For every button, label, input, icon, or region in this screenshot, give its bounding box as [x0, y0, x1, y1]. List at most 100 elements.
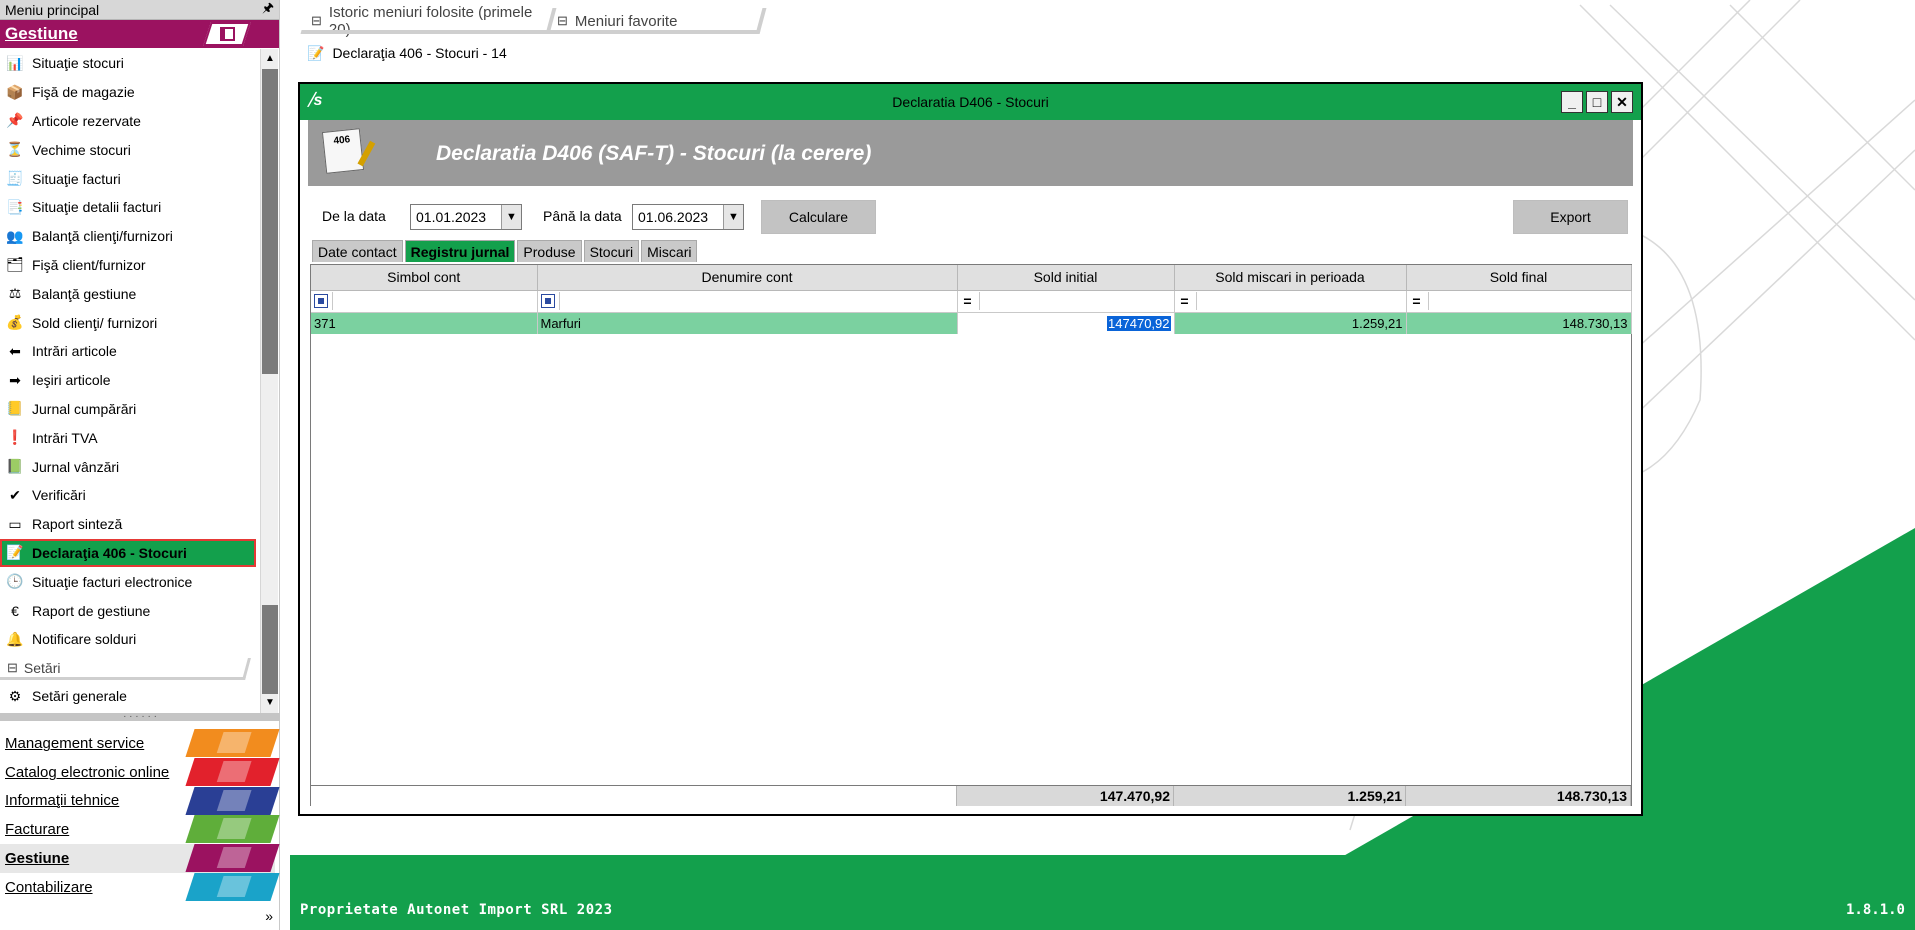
- menu-item[interactable]: ✔ Verificări: [0, 481, 260, 510]
- tab-registru-jurnal[interactable]: Registru jurnal: [404, 240, 516, 262]
- module-icon: [185, 815, 280, 844]
- equals-filter-icon[interactable]: =: [961, 293, 975, 309]
- menu-item[interactable]: ➡ Ieşiri articole: [0, 366, 260, 395]
- export-button[interactable]: Export: [1513, 200, 1628, 234]
- column-header[interactable]: Sold miscari in perioada: [1174, 265, 1407, 291]
- filter-cell[interactable]: =: [957, 290, 1175, 313]
- recent-item[interactable]: 📝 Declaraţia 406 - Stocuri - 14: [307, 42, 507, 64]
- tab-produse[interactable]: Produse: [517, 240, 582, 262]
- e-invoices-icon: 🕒: [6, 573, 24, 590]
- menu-item[interactable]: 📊 Situaţie stocuri: [0, 49, 260, 78]
- menu-item[interactable]: 📗 Jurnal vânzări: [0, 452, 260, 481]
- footer-band: [290, 855, 1915, 930]
- gestiune-group-icon: [203, 22, 251, 46]
- close-button[interactable]: ✕: [1611, 91, 1633, 113]
- history-menus-tab[interactable]: ⊟ Istoric meniuri folosite (primele 20): [300, 4, 557, 38]
- maximize-button[interactable]: □: [1586, 91, 1608, 113]
- dropdown-arrow-icon[interactable]: ▼: [723, 205, 743, 229]
- scroll-down-icon[interactable]: ▼: [263, 695, 277, 711]
- filter-cell[interactable]: =: [1406, 290, 1632, 313]
- column-header[interactable]: Denumire cont: [537, 265, 958, 291]
- filter-condition-icon[interactable]: [540, 294, 555, 308]
- selected-text[interactable]: 147470,92: [1107, 315, 1171, 331]
- table-cell[interactable]: 371: [311, 312, 538, 334]
- calculate-button[interactable]: Calculare: [761, 200, 876, 234]
- menu-item[interactable]: 🗂 Fişă client/furnizor: [0, 251, 260, 280]
- table-cell[interactable]: 1.259,21: [1174, 312, 1407, 334]
- menu-item[interactable]: 📒 Jurnal cumpărări: [0, 395, 260, 424]
- menu-item[interactable]: € Raport de gestiune: [0, 596, 260, 625]
- menu-item[interactable]: 👥 Balanţă clienţi/furnizori: [0, 222, 260, 251]
- menu-item-label: Jurnal vânzări: [32, 458, 120, 475]
- column-header[interactable]: Sold initial: [957, 265, 1175, 291]
- menu-scrollbar[interactable]: ▲ ▼: [260, 49, 278, 713]
- minimize-button[interactable]: _: [1561, 91, 1583, 113]
- stock-situation-icon: 📊: [6, 54, 24, 71]
- menu-item-label: Ieşiri articole: [32, 372, 111, 389]
- menu-item[interactable]: 📑 Situaţie detalii facturi: [0, 193, 260, 222]
- menu-item[interactable]: 💰 Sold clienţi/ furnizori: [0, 308, 260, 337]
- to-date-field[interactable]: 01.06.2023 ▼: [632, 204, 744, 230]
- from-date-value: 01.01.2023: [416, 209, 487, 225]
- module-icon: [185, 786, 280, 815]
- window-title-bar[interactable]: ⧸s Declaratia D406 - Stocuri _ □ ✕: [300, 84, 1641, 120]
- tab-date-contact[interactable]: Date contact: [312, 240, 403, 262]
- tab-stocuri[interactable]: Stocuri: [583, 240, 640, 262]
- module-nav-item[interactable]: Contabilizare: [0, 873, 280, 902]
- checks-icon: ✔: [9, 486, 21, 503]
- menu-item[interactable]: ⚖ Balanţă gestiune: [0, 279, 260, 308]
- menu-item[interactable]: 🧾 Situaţie facturi: [0, 164, 260, 193]
- filter-cell[interactable]: =: [1174, 290, 1407, 313]
- more-modules-icon[interactable]: »: [265, 908, 273, 924]
- module-nav-item[interactable]: Facturare: [0, 815, 280, 844]
- menu-item[interactable]: 📌 Articole rezervate: [0, 107, 260, 136]
- filter-cell[interactable]: [537, 290, 958, 313]
- equals-filter-icon[interactable]: =: [1410, 293, 1424, 309]
- dropdown-arrow-icon[interactable]: ▼: [501, 205, 521, 229]
- table-row[interactable]: 371 Marfuri 147470,92 1.259,21 148.730,1…: [311, 312, 1632, 334]
- menu-item-label: Vechime stocuri: [32, 141, 131, 158]
- scroll-up-icon[interactable]: ▲: [263, 51, 277, 67]
- scroll-thumb[interactable]: [262, 69, 278, 374]
- totals-row: 147.470,92 1.259,21 148.730,13: [311, 785, 1631, 806]
- table-cell[interactable]: Marfuri: [537, 312, 958, 334]
- module-nav-item[interactable]: Catalog electronic online: [0, 757, 280, 787]
- filter-condition-icon[interactable]: [314, 294, 328, 308]
- pin-icon[interactable]: 🖈: [262, 0, 274, 21]
- menu-item[interactable]: 📝 Declaraţia 406 - Stocuri: [0, 538, 256, 568]
- settings-section[interactable]: ⊟ Setări: [0, 654, 260, 682]
- equals-filter-icon[interactable]: =: [1178, 293, 1192, 309]
- total-movements: 1.259,21: [1174, 786, 1406, 806]
- tab-miscari[interactable]: Miscari: [641, 240, 698, 262]
- module-nav-item[interactable]: Management service: [0, 729, 280, 758]
- menu-item-settings[interactable]: ⚙ Setări generale: [0, 682, 260, 711]
- filter-cell[interactable]: [311, 290, 538, 313]
- menu-item[interactable]: ⬅ Intrări articole: [0, 337, 260, 366]
- client-sheet-icon: 🗂: [6, 256, 24, 273]
- reserved-items-icon: 📌: [6, 112, 24, 129]
- group-header-gestiune[interactable]: Gestiune: [0, 20, 279, 48]
- module-nav-label: Management service: [5, 734, 145, 752]
- column-header[interactable]: Simbol cont: [311, 265, 538, 291]
- main-menu-panel: Meniu principal 🖈 Gestiune 📊 Situaţie sto…: [0, 0, 280, 930]
- menu-item[interactable]: 🕒 Situaţie facturi electronice: [0, 567, 260, 596]
- favorite-menus-tab[interactable]: ⊟ Meniuri favorite: [545, 8, 767, 34]
- menu-item[interactable]: ❗ Intrări TVA: [0, 423, 260, 452]
- table-cell[interactable]: 148.730,13: [1406, 312, 1632, 334]
- table-cell-editing[interactable]: 147470,92: [957, 312, 1175, 334]
- menu-item[interactable]: 🔔 Notificare solduri: [0, 625, 260, 654]
- column-header[interactable]: Sold final: [1406, 265, 1632, 291]
- module-icon: [185, 873, 280, 901]
- from-date-field[interactable]: 01.01.2023 ▼: [410, 204, 522, 230]
- menu-item[interactable]: ▭ Raport sinteză: [0, 510, 260, 539]
- window-title: Declaratia D406 - Stocuri: [892, 94, 1049, 110]
- scroll-thumb-lower[interactable]: [262, 605, 278, 694]
- sales-journal-icon: 📗: [6, 458, 24, 475]
- declaration-document-icon: 406: [321, 128, 376, 174]
- module-nav-item[interactable]: Gestiune: [0, 844, 280, 873]
- menu-item[interactable]: 📦 Fişă de magazie: [0, 78, 260, 107]
- splitter-grip[interactable]: · · · · · ·: [0, 712, 280, 722]
- module-nav-item[interactable]: Informaţii tehnice: [0, 786, 280, 816]
- menu-item[interactable]: ⏳ Vechime stocuri: [0, 135, 260, 164]
- module-icon: [185, 844, 280, 873]
